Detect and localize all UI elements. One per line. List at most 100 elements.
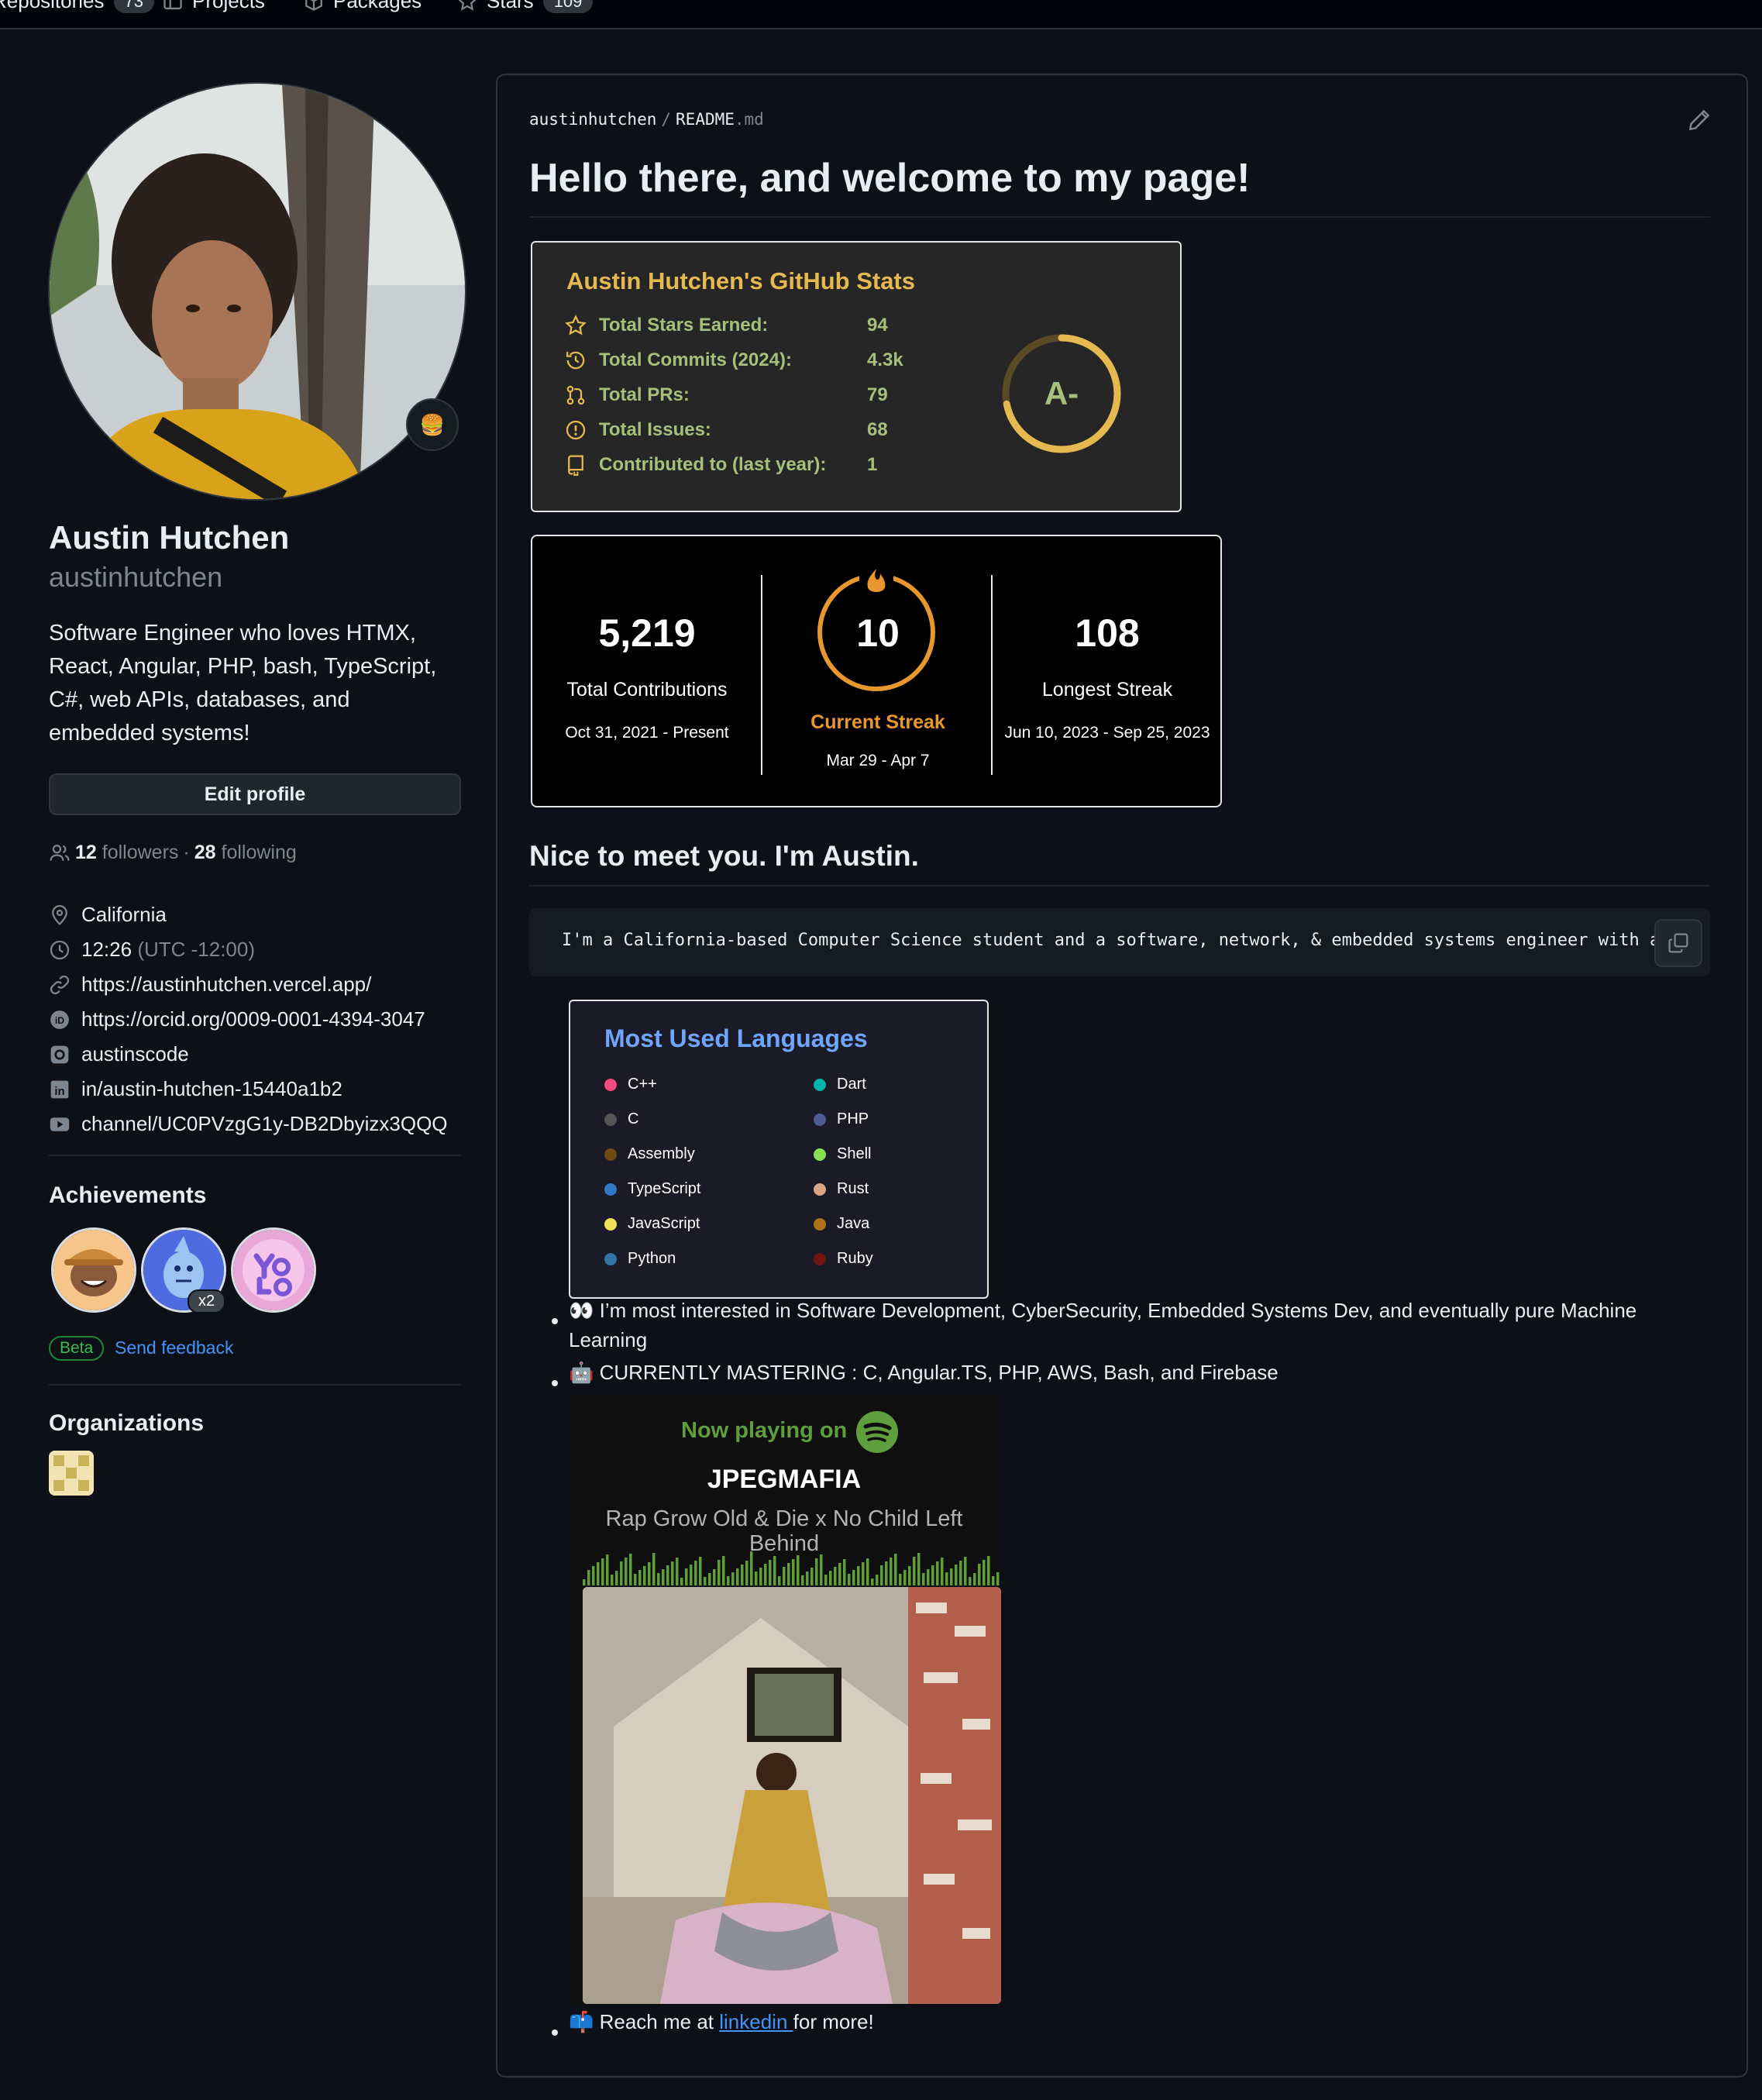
website-row[interactable]: https://austinhutchen.vercel.app/ <box>49 967 483 1002</box>
visualizer-bar <box>824 1575 828 1585</box>
visualizer-bar <box>731 1572 735 1585</box>
profile-name: Austin Hutchen <box>49 519 290 556</box>
linkedin-link[interactable]: in/austin-hutchen-15440a1b2 <box>81 1077 342 1101</box>
achievement-badge-pull-shark[interactable] <box>51 1227 136 1313</box>
streak-divider <box>991 575 993 775</box>
clock-icon <box>50 940 70 959</box>
organization-avatar[interactable] <box>49 1451 94 1496</box>
send-feedback-link[interactable]: Send feedback <box>115 1337 233 1358</box>
divider <box>49 1384 461 1386</box>
readme-path-owner[interactable]: austinhutchen <box>529 110 656 129</box>
readme-subheading: Nice to meet you. I'm Austin. <box>529 840 919 872</box>
edit-profile-button[interactable]: Edit profile <box>49 773 461 815</box>
readme-path-ext: .md <box>734 110 764 129</box>
beta-label: Beta <box>49 1336 105 1361</box>
language-item: C++ <box>604 1076 657 1093</box>
tab-packages[interactable]: Packages <box>304 0 422 13</box>
status-emoji[interactable]: 🍔 <box>406 398 459 451</box>
edit-readme-button[interactable] <box>1688 108 1711 136</box>
language-color-dot <box>604 1078 617 1091</box>
tab-stars[interactable]: Stars 109 <box>457 0 594 13</box>
youtube-link[interactable]: channel/UC0PVzgG1y-DB2Dbyizx3QQQ <box>81 1112 448 1136</box>
language-name: C <box>628 1110 639 1127</box>
song-title: Rap Grow Old & Die x No Child Left Behin… <box>605 1506 963 1556</box>
language-item: Rust <box>814 1180 869 1198</box>
visualizer-bar <box>973 1573 976 1585</box>
link-icon <box>50 975 70 994</box>
youtube-row[interactable]: channel/UC0PVzgG1y-DB2Dbyizx3QQQ <box>49 1107 483 1141</box>
code-text: I'm a California-based Computer Science … <box>562 931 1691 950</box>
visualizer-bar <box>880 1565 883 1585</box>
visualizer-bar <box>871 1578 874 1585</box>
tab-repositories[interactable]: Repositories 73 <box>0 0 154 13</box>
stats-row-issues: Total Issues: 68 <box>565 418 888 442</box>
visualizer-bar <box>917 1553 921 1585</box>
following-link[interactable]: 28 following <box>194 842 297 864</box>
stats-label: Contributed to (last year): <box>599 454 827 475</box>
achievement-badge-yolo[interactable] <box>231 1227 316 1313</box>
visualizer-bar <box>625 1558 628 1585</box>
visualizer-bar <box>759 1568 762 1585</box>
instagram-row[interactable]: austinscode <box>49 1037 483 1072</box>
tab-stars-label: Stars <box>487 0 534 12</box>
visualizer-bar <box>922 1573 925 1585</box>
total-contributions-label: Total Contributions <box>566 679 728 701</box>
visualizer-bar <box>806 1572 809 1585</box>
stats-value: 68 <box>867 419 888 440</box>
longest-streak-label: Longest Streak <box>1041 679 1173 701</box>
repo-icon <box>568 455 583 476</box>
visualizer-bar <box>885 1561 888 1585</box>
visualizer-bar <box>666 1565 669 1585</box>
pencil-icon <box>1688 109 1710 131</box>
youtube-icon <box>50 1117 70 1131</box>
copy-button[interactable] <box>1654 919 1702 967</box>
visualizer-bar <box>959 1561 962 1585</box>
following-count: 28 <box>194 842 216 863</box>
following-label: following <box>221 842 297 863</box>
streak-divider <box>761 575 762 775</box>
language-name: Ruby <box>837 1250 873 1267</box>
tab-projects-label: Projects <box>192 0 265 12</box>
visualizer-bar <box>606 1554 609 1585</box>
avatar[interactable] <box>48 82 466 501</box>
visualizer-bar <box>876 1575 879 1585</box>
language-color-dot <box>814 1078 826 1091</box>
svg-text:iD: iD <box>55 1014 64 1025</box>
language-color-dot <box>604 1252 617 1265</box>
language-color-dot <box>814 1148 826 1161</box>
website-link[interactable]: https://austinhutchen.vercel.app/ <box>81 973 371 997</box>
stats-value: 4.3k <box>867 349 903 370</box>
tab-projects[interactable]: Projects <box>163 0 265 13</box>
language-item: Shell <box>814 1145 871 1163</box>
visualizer-bar <box>764 1564 767 1585</box>
visualizer-bar <box>978 1564 981 1585</box>
spotify-now-playing-card[interactable]: Now playing on JPEGMAFIA Rap Grow Old & … <box>569 1395 1001 2005</box>
stats-value: 79 <box>867 384 888 405</box>
visualizer-bar <box>899 1574 902 1585</box>
visualizer-bar <box>643 1566 646 1585</box>
visualizer-bar <box>903 1570 907 1585</box>
visualizer-bar <box>815 1558 818 1585</box>
language-item: Ruby <box>814 1250 873 1268</box>
heading-rule <box>529 216 1710 218</box>
visualizer-bar <box>662 1569 665 1585</box>
local-time: 12:26 <box>81 938 132 961</box>
linkedin-row[interactable]: in in/austin-hutchen-15440a1b2 <box>49 1072 483 1107</box>
divider <box>49 1155 461 1156</box>
language-item: Python <box>604 1250 676 1268</box>
language-name: PHP <box>837 1110 869 1127</box>
package-icon <box>305 0 322 11</box>
current-streak-range: Mar 29 - Apr 7 <box>826 752 930 769</box>
language-name: JavaScript <box>628 1215 700 1232</box>
followers-link[interactable]: 12 followers <box>75 842 178 864</box>
visualizer-bar <box>996 1572 1000 1585</box>
visualizer-bar <box>983 1560 986 1585</box>
instagram-link[interactable]: austinscode <box>81 1042 189 1066</box>
stats-value: 1 <box>867 454 878 475</box>
visualizer-bar <box>704 1577 707 1585</box>
orcid-link[interactable]: https://orcid.org/0009-0001-4394-3047 <box>81 1007 425 1031</box>
linkedin-link[interactable]: linkedin <box>719 2010 793 2033</box>
code-block[interactable]: I'm a California-based Computer Science … <box>529 908 1710 976</box>
visualizer-bar <box>773 1556 776 1585</box>
orcid-row[interactable]: iD https://orcid.org/0009-0001-4394-3047 <box>49 1002 483 1037</box>
